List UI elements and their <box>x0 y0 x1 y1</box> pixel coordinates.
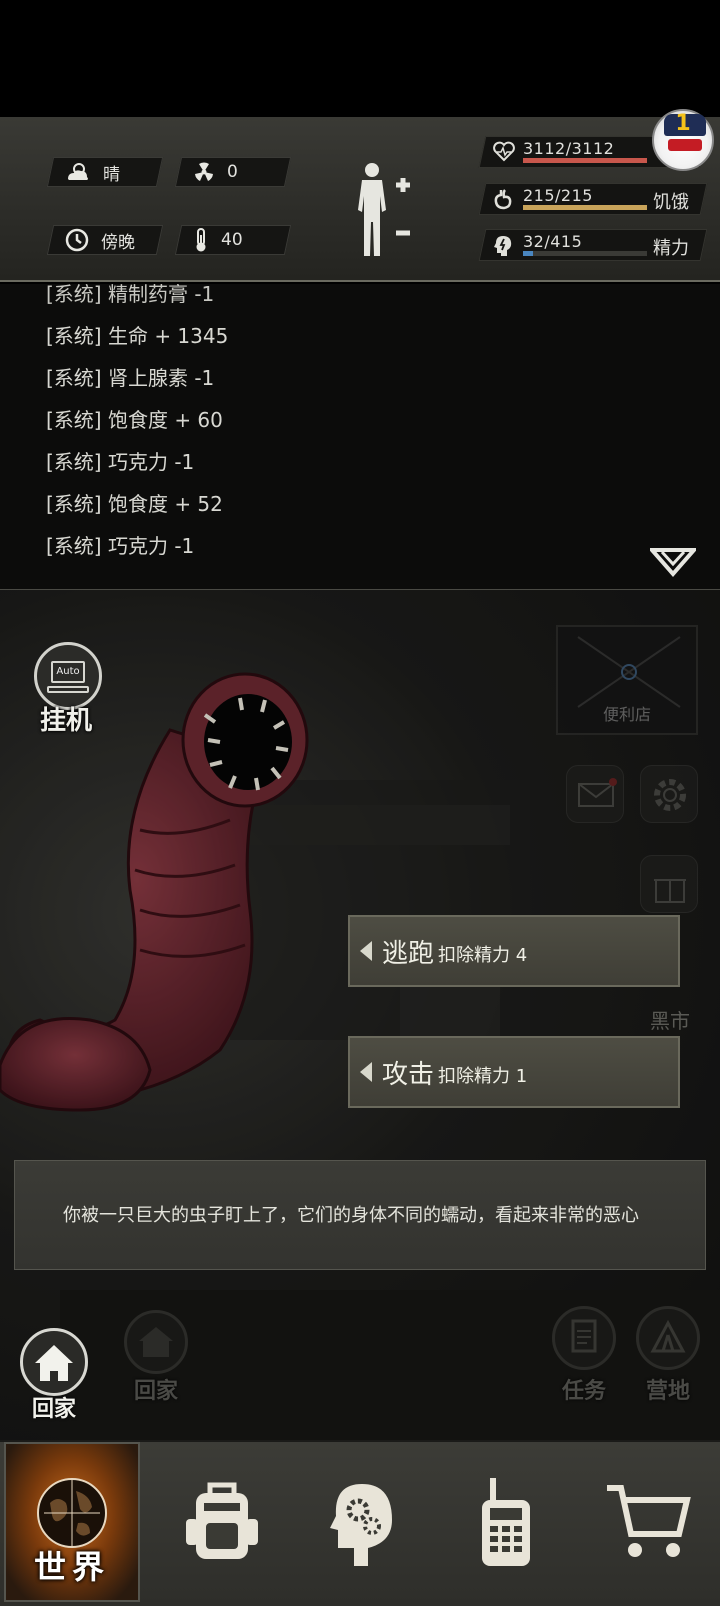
log-line: [系统] 饱食度 + 60 <box>46 408 223 432</box>
glasses-shape <box>668 139 702 151</box>
log-scroll-down-button[interactable] <box>647 548 699 582</box>
hunger-bar: 215/215 饥饿 <box>478 183 708 215</box>
event-log[interactable]: [系统] 精制药膏 -1 [系统] 生命 + 1345 [系统] 肾上腺素 -1… <box>0 284 720 590</box>
health-value: 3112/3112 <box>523 139 615 158</box>
health-fill <box>523 158 647 163</box>
temperature-value: 40 <box>221 230 243 250</box>
backpack-icon <box>186 1482 258 1559</box>
task-label: 任务 <box>562 1379 607 1404</box>
log-line: [系统] 肾上腺素 -1 <box>46 366 215 390</box>
time-chip: 傍晚 <box>46 225 164 255</box>
settings-button <box>640 765 698 823</box>
log-line: [系统] 巧克力 -1 <box>46 534 195 558</box>
radiation-value: 0 <box>227 162 238 182</box>
hunger-track <box>523 205 647 210</box>
laptop-keyboard-icon <box>47 686 89 693</box>
log-line: [系统] 饱食度 + 52 <box>46 492 223 516</box>
log-line: [系统] 巧克力 -1 <box>46 450 195 474</box>
clipboard-icon <box>571 1319 597 1353</box>
hunger-label: 饥饿 <box>653 192 689 213</box>
home-dim-label: 回家 <box>134 1379 179 1404</box>
energy-bar: 32/415 精力 <box>478 229 708 261</box>
flee-button[interactable]: 逃跑 扣除精力 4 <box>348 915 680 987</box>
envelope-icon <box>578 778 617 807</box>
tab-skills[interactable] <box>294 1442 434 1602</box>
stomach-icon <box>494 189 512 210</box>
health-track <box>523 158 647 163</box>
profile-badge[interactable]: 1 <box>652 109 714 171</box>
temperature-chip: 40 <box>174 225 292 255</box>
body-status-button[interactable] <box>352 160 422 264</box>
tab-backpack[interactable] <box>152 1442 292 1602</box>
tab-world[interactable]: 世界 <box>4 1442 140 1602</box>
attack-label: 攻击 <box>382 1060 435 1090</box>
tent-icon <box>650 1319 686 1353</box>
encounter-message: 你被一只巨大的虫子盯上了，它们的身体不同的蠕动，看起来非常的恶心 <box>63 1205 639 1226</box>
mail-button <box>566 765 624 823</box>
store-label: 便利店 <box>602 705 651 724</box>
shopping-cart-icon <box>607 1485 691 1557</box>
arrow-left-icon <box>360 1062 372 1082</box>
go-home-button[interactable] <box>20 1328 88 1396</box>
energy-value: 32/415 <box>523 232 583 251</box>
world-globe-icon <box>37 1477 107 1548</box>
camp-button <box>636 1306 700 1370</box>
log-line: [系统] 生命 + 1345 <box>46 324 229 348</box>
encounter-message-box: 你被一只巨大的虫子盯上了，它们的身体不同的蠕动，看起来非常的恶心 <box>14 1160 706 1270</box>
log-line: [系统] 精制药膏 -1 <box>46 284 215 306</box>
brain-bolt-icon <box>494 236 512 256</box>
house-icon <box>35 1345 73 1381</box>
house-icon <box>139 1327 173 1357</box>
gear-icon <box>654 779 686 811</box>
gift-icon <box>654 879 686 903</box>
tab-world-label: 世界 <box>33 1548 110 1586</box>
thermometer-icon <box>196 228 206 252</box>
attack-cost: 扣除精力 1 <box>438 1066 528 1087</box>
radio-icon <box>482 1478 530 1566</box>
convenience-store-card: 便利店 <box>556 625 698 735</box>
time-label: 傍晚 <box>101 232 135 253</box>
radiation-icon <box>195 162 213 181</box>
home-dim-button <box>124 1310 188 1374</box>
flee-label: 逃跑 <box>382 939 435 969</box>
notification-count: 1 <box>675 111 691 136</box>
energy-fill <box>523 251 533 256</box>
clock-icon <box>65 228 89 252</box>
attack-button[interactable]: 攻击 扣除精力 1 <box>348 1036 680 1108</box>
black-market-label: 黑市 <box>650 1009 690 1033</box>
tab-shop[interactable] <box>578 1442 718 1602</box>
weather-chip: 晴 <box>46 157 164 187</box>
radiation-chip: 0 <box>174 157 292 187</box>
auto-battle-label: 挂机 <box>40 706 93 736</box>
camp-label: 营地 <box>646 1379 691 1404</box>
auto-screen: Auto <box>51 661 85 683</box>
human-figure-icon <box>358 163 410 256</box>
go-home-label: 回家 <box>32 1397 77 1422</box>
flee-cost: 扣除精力 4 <box>438 945 528 966</box>
arrow-left-icon <box>360 941 372 961</box>
skills-head-icon <box>330 1484 392 1566</box>
chevron-down-icon <box>647 548 699 578</box>
hunger-value: 215/215 <box>523 186 593 205</box>
energy-track <box>523 251 647 256</box>
heart-icon <box>493 141 515 162</box>
gift-button <box>640 855 698 913</box>
hunger-fill <box>523 205 647 210</box>
cloud-sun-icon <box>68 163 88 180</box>
task-button <box>552 1306 616 1370</box>
energy-label: 精力 <box>653 238 689 259</box>
weather-label: 晴 <box>103 164 120 185</box>
tab-radio[interactable] <box>436 1442 576 1602</box>
